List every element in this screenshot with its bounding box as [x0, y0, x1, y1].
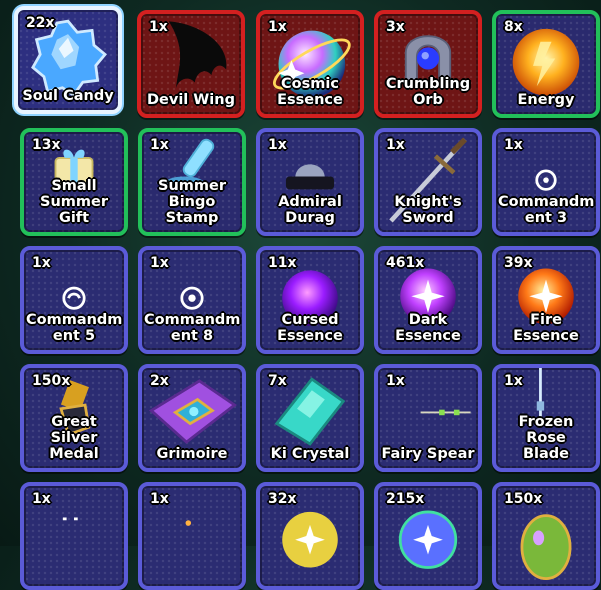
item-name: Energy: [517, 92, 575, 108]
item-count: 1x: [504, 373, 523, 389]
item-slot-unknown-1[interactable]: 1x: [20, 482, 128, 590]
item-slot-ki-crystal[interactable]: 7x Ki Crystal: [256, 364, 364, 472]
item-count: 1x: [32, 255, 51, 271]
item-count: 1x: [149, 19, 168, 35]
item-count: 32x: [268, 491, 297, 507]
item-count: 1x: [150, 491, 169, 507]
item-slot-essence-orb-gold[interactable]: 32x: [256, 482, 364, 590]
item-count: 1x: [386, 373, 405, 389]
item-slot-essence-orb-blue[interactable]: 215x: [374, 482, 482, 590]
item-name: Cursed Essence: [277, 312, 343, 344]
item-count: 1x: [150, 255, 169, 271]
item-slot-devil-wing[interactable]: 1x Devil Wing: [137, 10, 245, 118]
item-count: 2x: [150, 373, 169, 389]
item-count: 8x: [504, 19, 523, 35]
item-name: Knight's Sword: [394, 194, 462, 226]
item-slot-commandment-8[interactable]: 1x Commandm ent 8: [138, 246, 246, 354]
item-count: 1x: [32, 491, 51, 507]
item-count: 39x: [504, 255, 533, 271]
item-count: 22x: [26, 15, 55, 31]
item-name: Commandm ent 5: [26, 312, 123, 344]
item-name: Dark Essence: [395, 312, 461, 344]
item-slot-small-summer-gift[interactable]: 13x Small Summer Gift: [20, 128, 128, 236]
item-count: 1x: [504, 137, 523, 153]
item-count: 1x: [268, 137, 287, 153]
item-name: Cosmic Essence: [277, 76, 343, 108]
item-count: 7x: [268, 373, 287, 389]
item-slot-frozen-rose-blade[interactable]: 1x Frozen Rose Blade: [492, 364, 600, 472]
item-slot-knights-sword[interactable]: 1x Knight's Sword: [374, 128, 482, 236]
item-count: 150x: [32, 373, 71, 389]
item-slot-grimoire[interactable]: 2x Grimoire: [138, 364, 246, 472]
item-name: Great Silver Medal: [49, 414, 99, 462]
item-slot-energy[interactable]: 8x Energy: [492, 10, 600, 118]
item-slot-dark-essence[interactable]: 461x Dark Essence: [374, 246, 482, 354]
item-count: 13x: [32, 137, 61, 153]
item-count: 11x: [268, 255, 297, 271]
item-slot-unknown-2[interactable]: 1x: [138, 482, 246, 590]
item-slot-great-silver-medal[interactable]: 150x Great Silver Medal: [20, 364, 128, 472]
item-slot-commandment-5[interactable]: 1x Commandm ent 5: [20, 246, 128, 354]
item-slot-cosmic-essence[interactable]: 1x Cosmic Essence: [256, 10, 364, 118]
item-name: Frozen Rose Blade: [518, 414, 574, 462]
item-name: Commandm ent 3: [498, 194, 595, 226]
item-name: Summer Bingo Stamp: [158, 178, 226, 226]
item-count: 215x: [386, 491, 425, 507]
item-slot-admiral-durag[interactable]: 1x Admiral Durag: [256, 128, 364, 236]
item-name: Fairy Spear: [381, 446, 475, 462]
item-count: 1x: [150, 137, 169, 153]
item-name: Soul Candy: [22, 88, 114, 104]
item-name: Small Summer Gift: [40, 178, 108, 226]
item-name: Fire Essence: [513, 312, 579, 344]
item-slot-summer-bingo-stamp[interactable]: 1x Summer Bingo Stamp: [138, 128, 246, 236]
item-count: 1x: [268, 19, 287, 35]
item-slot-fire-essence[interactable]: 39x Fire Essence: [492, 246, 600, 354]
item-slot-commandment-3[interactable]: 1x Commandm ent 3: [492, 128, 600, 236]
item-count: 3x: [386, 19, 405, 35]
item-name: Grimoire: [156, 446, 228, 462]
item-slot-cursed-essence[interactable]: 11x Cursed Essence: [256, 246, 364, 354]
item-name: Devil Wing: [147, 92, 235, 108]
item-name: Ki Crystal: [270, 446, 350, 462]
item-count: 1x: [386, 137, 405, 153]
item-count: 461x: [386, 255, 425, 271]
item-slot-egg[interactable]: 150x: [492, 482, 600, 590]
item-name: Crumbling Orb: [385, 76, 471, 108]
item-slot-soul-candy[interactable]: 22x Soul Candy: [14, 6, 122, 114]
item-name: Admiral Durag: [278, 194, 342, 226]
item-count: 150x: [504, 491, 543, 507]
item-slot-crumbling-orb[interactable]: 3x Crumbling Orb: [374, 10, 482, 118]
item-name: Commandm ent 8: [144, 312, 241, 344]
inventory-grid: 22x Soul Candy 1x Devil Wing 1x Cosmic E…: [0, 0, 601, 590]
item-slot-fairy-spear[interactable]: 1x Fairy Spear: [374, 364, 482, 472]
